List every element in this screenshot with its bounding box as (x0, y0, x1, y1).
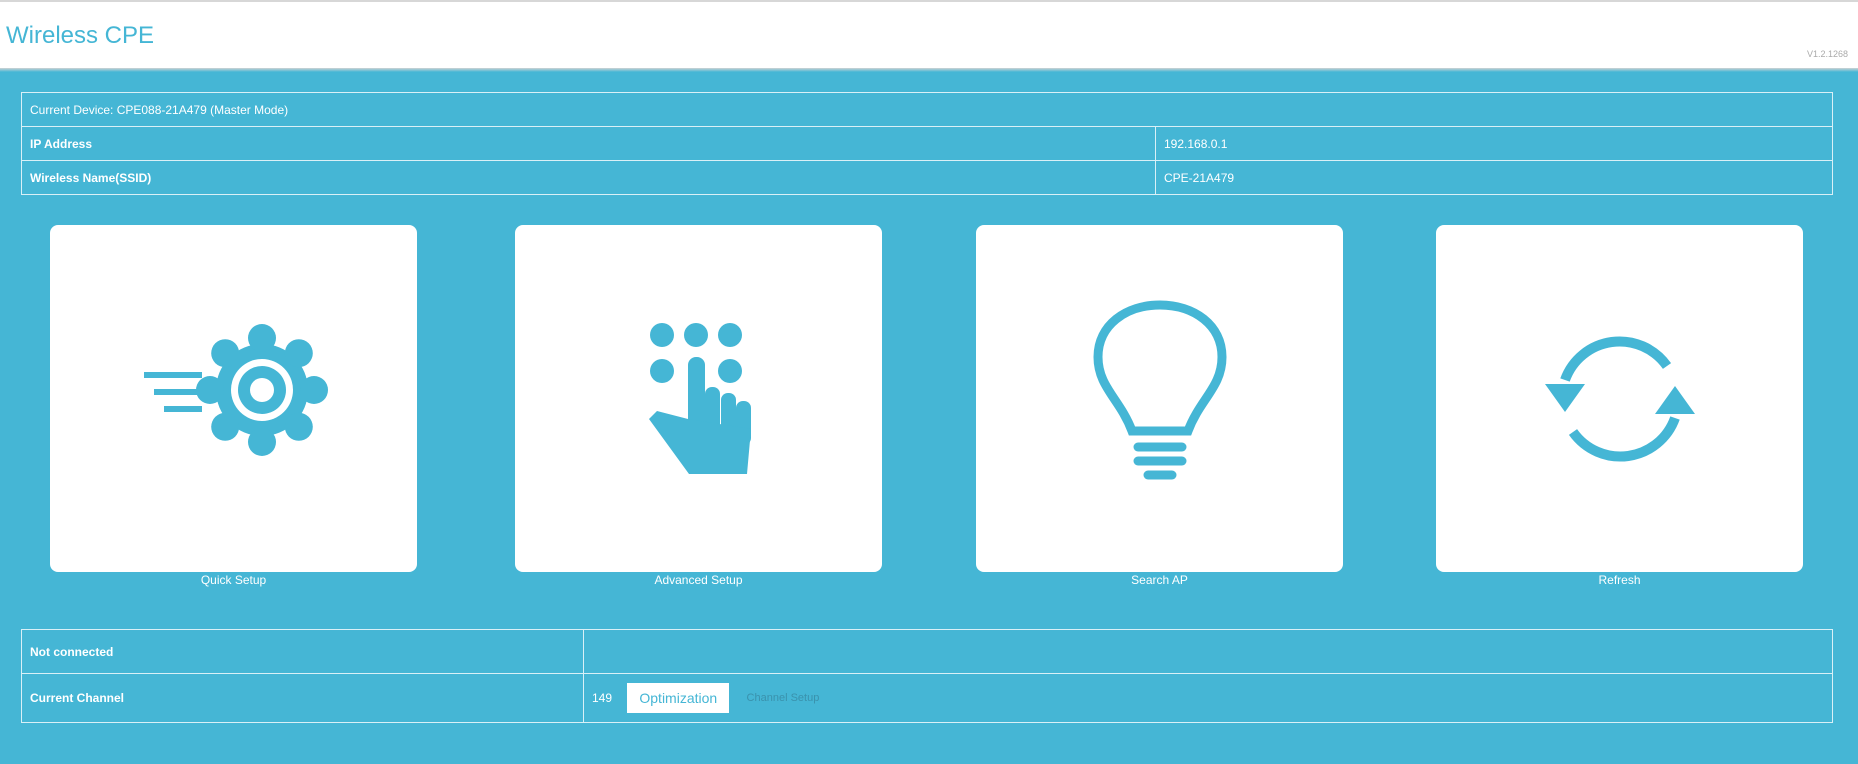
optimization-button[interactable]: Optimization (627, 683, 730, 713)
version-label: V1.2.1268 (1806, 49, 1848, 59)
lightbulb-icon (1092, 299, 1227, 479)
app-title: Wireless CPE (6, 22, 155, 49)
header-divider (0, 68, 1858, 72)
ssid-label: Wireless Name(SSID) (21, 160, 1156, 195)
advanced-setup-label: Advanced Setup (654, 573, 743, 587)
table-row: Not connected (21, 629, 1833, 674)
quick-setup-tile[interactable] (50, 225, 417, 572)
ip-address-value: 192.168.0.1 (1155, 126, 1833, 161)
refresh-label: Refresh (1598, 573, 1641, 587)
ssid-value: CPE-21A479 (1155, 160, 1833, 195)
current-device-label: Current Device: CPE088-21A479 (Master Mo… (21, 92, 1833, 127)
advanced-setup-tile[interactable] (515, 225, 882, 572)
device-info-table: Current Device: CPE088-21A479 (Master Mo… (21, 92, 1833, 195)
search-ap-label: Search AP (1131, 573, 1188, 587)
touch-keypad-icon (648, 322, 751, 474)
table-row: IP Address 192.168.0.1 (21, 126, 1833, 161)
channel-setup-link[interactable]: Channel Setup (747, 692, 820, 704)
gear-speed-icon (143, 323, 328, 456)
app-header: Wireless CPE V1.2.1268 (0, 0, 1858, 68)
current-channel-cell: 149 Optimization Channel Setup (583, 673, 1833, 723)
table-row: Wireless Name(SSID) CPE-21A479 (21, 160, 1833, 195)
current-channel-label: Current Channel (21, 673, 584, 723)
table-row: Current Channel 149 Optimization Channel… (21, 673, 1833, 723)
connection-status: Not connected (21, 629, 584, 674)
current-channel-value: 149 (592, 691, 613, 705)
quick-setup-label: Quick Setup (200, 573, 267, 587)
refresh-tile[interactable] (1436, 225, 1803, 572)
ip-address-label: IP Address (21, 126, 1156, 161)
connection-status-value (583, 629, 1833, 674)
search-ap-tile[interactable] (976, 225, 1343, 572)
refresh-icon (1544, 335, 1695, 462)
status-table: Not connected Current Channel 149 Optimi… (21, 629, 1833, 723)
